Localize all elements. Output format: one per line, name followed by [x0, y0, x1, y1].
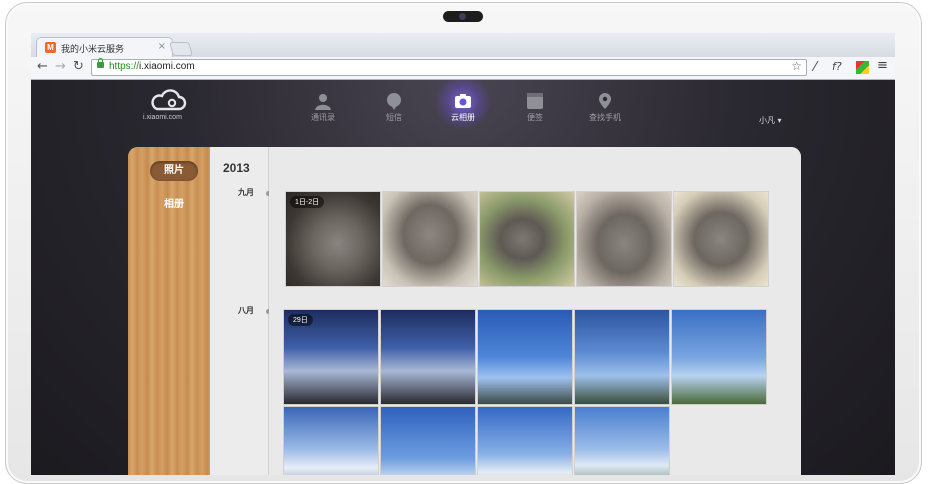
- lock-icon: [97, 58, 104, 68]
- url-host: i.xiaomi.com: [139, 61, 195, 72]
- photo-thumbnail[interactable]: [380, 309, 476, 405]
- reload-icon[interactable]: ↻: [73, 59, 84, 74]
- photo-thumbnail[interactable]: [477, 309, 573, 405]
- new-tab-button[interactable]: [169, 42, 193, 56]
- photo-thumbnail[interactable]: [574, 309, 670, 405]
- date-badge: 1日-2日: [290, 196, 325, 208]
- eyedropper-icon[interactable]: ⁄: [814, 60, 816, 75]
- photo-thumbnail[interactable]: [576, 191, 672, 287]
- color-extension-icon[interactable]: [856, 61, 869, 74]
- tab-title: 我的小米云服务: [61, 45, 125, 55]
- bookmark-star-icon[interactable]: ☆: [791, 59, 802, 73]
- sidebar-item-albums[interactable]: 相册: [150, 195, 198, 215]
- photo-grid: 1日-2日 29日: [269, 147, 801, 475]
- nav-sms-label: 短信: [386, 113, 402, 122]
- nav-cloud-album-label: 云相册: [451, 113, 475, 122]
- forward-icon[interactable]: →: [55, 59, 66, 74]
- user-menu[interactable]: 小凡 ▾: [759, 115, 782, 126]
- photo-thumbnail[interactable]: [673, 191, 769, 287]
- photo-thumbnail[interactable]: [479, 191, 575, 287]
- contacts-icon: [315, 94, 331, 110]
- extension-f-icon[interactable]: f?: [832, 60, 842, 73]
- nav-cloud-album[interactable]: 云相册: [433, 92, 493, 123]
- webcam: [443, 11, 483, 22]
- photo-thumbnail[interactable]: [671, 309, 767, 405]
- mi-favicon-icon: M: [45, 42, 56, 53]
- sidebar: 照片 相册: [128, 147, 210, 475]
- nav-contacts[interactable]: 通讯录: [293, 92, 353, 123]
- nav-find-phone-label: 查找手机: [589, 113, 621, 122]
- tab-close-icon[interactable]: ×: [158, 41, 166, 52]
- address-bar[interactable]: https://i.xiaomi.com ☆: [91, 58, 807, 76]
- browser-toolbar: ← → ↻ https://i.xiaomi.com ☆ ⁄ f? ≡: [31, 57, 895, 80]
- date-badge: 29日: [288, 314, 313, 326]
- sms-icon: [387, 93, 401, 110]
- location-icon: [599, 93, 611, 109]
- nav-sms[interactable]: 短信: [364, 92, 424, 123]
- url-scheme: https://: [109, 61, 140, 72]
- photo-thumbnail[interactable]: 1日-2日: [285, 191, 381, 287]
- photo-thumbnail[interactable]: [283, 406, 379, 475]
- photo-thumbnail[interactable]: [477, 406, 573, 475]
- timeline-month-august[interactable]: 八月: [238, 305, 254, 316]
- chrome-menu-icon[interactable]: ≡: [877, 58, 888, 73]
- timeline-year: 2013: [223, 161, 250, 175]
- nav-notes[interactable]: 便签: [505, 92, 565, 123]
- nav-contacts-label: 通讯录: [311, 113, 335, 122]
- nav-find-phone[interactable]: 查找手机: [575, 92, 635, 123]
- nav-notes-label: 便签: [527, 113, 543, 122]
- logo-text: i.xiaomi.com: [143, 114, 182, 121]
- timeline-month-september[interactable]: 九月: [238, 187, 254, 198]
- photo-thumbnail[interactable]: [380, 406, 476, 475]
- notes-icon: [527, 93, 543, 109]
- url-text: https://i.xiaomi.com: [109, 61, 195, 72]
- sidebar-item-photos[interactable]: 照片: [150, 161, 198, 181]
- photo-thumbnail[interactable]: [574, 406, 670, 475]
- photo-thumbnail[interactable]: 29日: [283, 309, 379, 405]
- xiaomi-cloud-logo-icon[interactable]: [148, 88, 188, 112]
- photo-thumbnail[interactable]: [382, 191, 478, 287]
- album-panel: 照片 相册 2013 九月 八月 1日-2日 29日: [128, 147, 801, 475]
- camera-icon: [455, 94, 471, 108]
- xiaomi-cloud-page: i.xiaomi.com 通讯录 短信 云相册 便签 查找手机 小凡 ▾ 照片 …: [31, 80, 895, 475]
- back-icon[interactable]: ←: [37, 59, 48, 74]
- browser-tab[interactable]: M 我的小米云服务 ×: [36, 37, 173, 58]
- screen: M 我的小米云服务 × ← → ↻ https://i.xiaomi.com ☆…: [31, 33, 895, 475]
- browser-tab-bar: M 我的小米云服务 ×: [31, 33, 895, 58]
